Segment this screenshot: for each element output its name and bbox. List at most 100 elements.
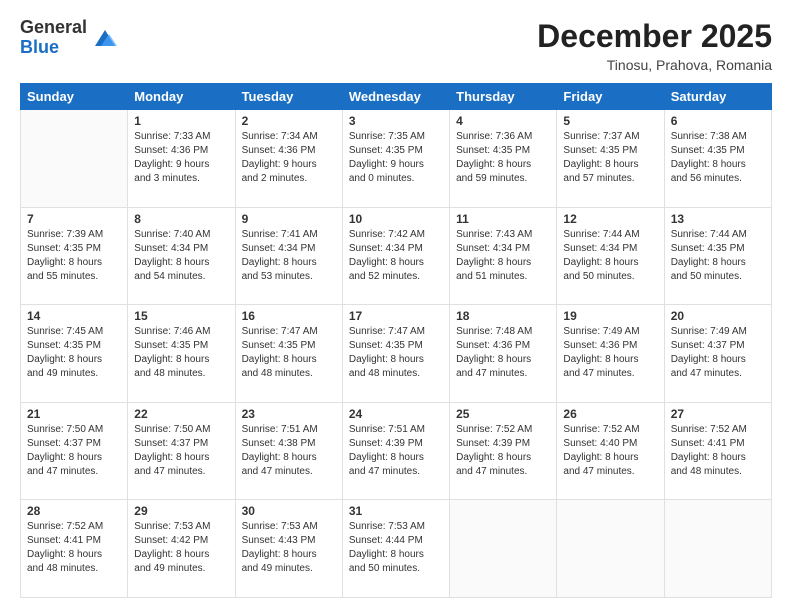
day-number: 24 (349, 407, 443, 421)
calendar-cell: 28 Sunrise: 7:52 AM Sunset: 4:41 PM Dayli… (21, 500, 128, 598)
day-number: 8 (134, 212, 228, 226)
day-info: Sunrise: 7:53 AM Sunset: 4:42 PM Dayligh… (134, 520, 228, 576)
day-info: Sunrise: 7:49 AM Sunset: 4:37 PM Dayligh… (671, 325, 765, 381)
day-number: 31 (349, 504, 443, 518)
calendar-cell: 10Sunrise: 7:42 AM Sunset: 4:34 PM Dayli… (342, 207, 449, 305)
weekday-header-tuesday: Tuesday (235, 84, 342, 110)
day-info: Sunrise: 7:47 AM Sunset: 4:35 PM Dayligh… (349, 325, 443, 381)
day-number: 9 (242, 212, 336, 226)
calendar-cell: 26Sunrise: 7:52 AM Sunset: 4:40 PM Dayli… (557, 402, 664, 500)
day-number: 5 (563, 114, 657, 128)
day-number: 28 (27, 504, 121, 518)
calendar-cell: 7 Sunrise: 7:39 AM Sunset: 4:35 PM Daylig… (21, 207, 128, 305)
calendar-table: SundayMondayTuesdayWednesdayThursdayFrid… (20, 83, 772, 598)
day-number: 30 (242, 504, 336, 518)
day-number: 4 (456, 114, 550, 128)
day-number: 21 (27, 407, 121, 421)
day-info: Sunrise: 7:52 AM Sunset: 4:39 PM Dayligh… (456, 423, 550, 479)
day-number: 23 (242, 407, 336, 421)
day-info: Sunrise: 7:53 AM Sunset: 4:44 PM Dayligh… (349, 520, 443, 576)
calendar-cell: 23Sunrise: 7:51 AM Sunset: 4:38 PM Dayli… (235, 402, 342, 500)
logo: General Blue (20, 18, 119, 58)
logo-icon (91, 24, 119, 52)
day-info: Sunrise: 7:33 AM Sunset: 4:36 PM Dayligh… (134, 130, 228, 186)
day-number: 22 (134, 407, 228, 421)
calendar-cell: 20Sunrise: 7:49 AM Sunset: 4:37 PM Dayli… (664, 305, 771, 403)
day-info: Sunrise: 7:53 AM Sunset: 4:43 PM Dayligh… (242, 520, 336, 576)
weekday-header-monday: Monday (128, 84, 235, 110)
day-number: 18 (456, 309, 550, 323)
weekday-header-friday: Friday (557, 84, 664, 110)
calendar-cell: 18Sunrise: 7:48 AM Sunset: 4:36 PM Dayli… (450, 305, 557, 403)
day-info: Sunrise: 7:46 AM Sunset: 4:35 PM Dayligh… (134, 325, 228, 381)
calendar-cell: 9 Sunrise: 7:41 AM Sunset: 4:34 PM Daylig… (235, 207, 342, 305)
calendar-cell: 2Sunrise: 7:34 AM Sunset: 4:36 PM Daylig… (235, 110, 342, 208)
day-info: Sunrise: 7:52 AM Sunset: 4:41 PM Dayligh… (671, 423, 765, 479)
day-info: Sunrise: 7:50 AM Sunset: 4:37 PM Dayligh… (134, 423, 228, 479)
calendar-cell: 1Sunrise: 7:33 AM Sunset: 4:36 PM Daylig… (128, 110, 235, 208)
day-number: 29 (134, 504, 228, 518)
calendar-cell: 5Sunrise: 7:37 AM Sunset: 4:35 PM Daylig… (557, 110, 664, 208)
calendar-cell: 27 Sunrise: 7:52 AM Sunset: 4:41 PM Dayli… (664, 402, 771, 500)
day-number: 14 (27, 309, 121, 323)
day-number: 27 (671, 407, 765, 421)
calendar-cell: 15 Sunrise: 7:46 AM Sunset: 4:35 PM Dayli… (128, 305, 235, 403)
calendar-cell: 13 Sunrise: 7:44 AM Sunset: 4:35 PM Dayli… (664, 207, 771, 305)
day-number: 12 (563, 212, 657, 226)
calendar-cell: 29 Sunrise: 7:53 AM Sunset: 4:42 PM Dayli… (128, 500, 235, 598)
day-info: Sunrise: 7:38 AM Sunset: 4:35 PM Dayligh… (671, 130, 765, 186)
day-number: 11 (456, 212, 550, 226)
day-info: Sunrise: 7:52 AM Sunset: 4:40 PM Dayligh… (563, 423, 657, 479)
day-info: Sunrise: 7:51 AM Sunset: 4:39 PM Dayligh… (349, 423, 443, 479)
calendar-cell: 16 Sunrise: 7:47 AM Sunset: 4:35 PM Dayli… (235, 305, 342, 403)
day-number: 13 (671, 212, 765, 226)
calendar-cell (664, 500, 771, 598)
calendar-cell (21, 110, 128, 208)
calendar-cell (450, 500, 557, 598)
day-number: 7 (27, 212, 121, 226)
subtitle: Tinosu, Prahova, Romania (537, 57, 772, 73)
calendar-cell: 14 Sunrise: 7:45 AM Sunset: 4:35 PM Dayli… (21, 305, 128, 403)
calendar-cell (557, 500, 664, 598)
day-info: Sunrise: 7:34 AM Sunset: 4:36 PM Dayligh… (242, 130, 336, 186)
day-info: Sunrise: 7:52 AM Sunset: 4:41 PM Dayligh… (27, 520, 121, 576)
day-info: Sunrise: 7:49 AM Sunset: 4:36 PM Dayligh… (563, 325, 657, 381)
day-number: 25 (456, 407, 550, 421)
calendar-cell: 8 Sunrise: 7:40 AM Sunset: 4:34 PM Daylig… (128, 207, 235, 305)
day-number: 6 (671, 114, 765, 128)
weekday-header-sunday: Sunday (21, 84, 128, 110)
day-info: Sunrise: 7:44 AM Sunset: 4:35 PM Dayligh… (671, 228, 765, 284)
month-title: December 2025 (537, 18, 772, 55)
day-info: Sunrise: 7:50 AM Sunset: 4:37 PM Dayligh… (27, 423, 121, 479)
day-info: Sunrise: 7:35 AM Sunset: 4:35 PM Dayligh… (349, 130, 443, 186)
title-block: December 2025 Tinosu, Prahova, Romania (537, 18, 772, 73)
calendar-cell: 24 Sunrise: 7:51 AM Sunset: 4:39 PM Dayli… (342, 402, 449, 500)
day-number: 17 (349, 309, 443, 323)
calendar-cell: 22 Sunrise: 7:50 AM Sunset: 4:37 PM Dayli… (128, 402, 235, 500)
day-info: Sunrise: 7:39 AM Sunset: 4:35 PM Dayligh… (27, 228, 121, 284)
day-info: Sunrise: 7:45 AM Sunset: 4:35 PM Dayligh… (27, 325, 121, 381)
calendar-cell: 30 Sunrise: 7:53 AM Sunset: 4:43 PM Dayli… (235, 500, 342, 598)
page: General Blue December 2025 Tinosu, Praho… (0, 0, 792, 612)
weekday-header-wednesday: Wednesday (342, 84, 449, 110)
day-info: Sunrise: 7:41 AM Sunset: 4:34 PM Dayligh… (242, 228, 336, 284)
day-info: Sunrise: 7:40 AM Sunset: 4:34 PM Dayligh… (134, 228, 228, 284)
weekday-header-saturday: Saturday (664, 84, 771, 110)
day-number: 19 (563, 309, 657, 323)
calendar-cell: 3 Sunrise: 7:35 AM Sunset: 4:35 PM Daylig… (342, 110, 449, 208)
weekday-header-thursday: Thursday (450, 84, 557, 110)
week-row-2: 14 Sunrise: 7:45 AM Sunset: 4:35 PM Dayli… (21, 305, 772, 403)
day-info: Sunrise: 7:47 AM Sunset: 4:35 PM Dayligh… (242, 325, 336, 381)
day-info: Sunrise: 7:36 AM Sunset: 4:35 PM Dayligh… (456, 130, 550, 186)
week-row-0: 1Sunrise: 7:33 AM Sunset: 4:36 PM Daylig… (21, 110, 772, 208)
calendar-cell: 4 Sunrise: 7:36 AM Sunset: 4:35 PM Daylig… (450, 110, 557, 208)
logo-blue: Blue (20, 38, 87, 58)
week-row-1: 7 Sunrise: 7:39 AM Sunset: 4:35 PM Daylig… (21, 207, 772, 305)
day-number: 16 (242, 309, 336, 323)
calendar-cell: 17 Sunrise: 7:47 AM Sunset: 4:35 PM Dayli… (342, 305, 449, 403)
day-number: 15 (134, 309, 228, 323)
calendar-cell: 21 Sunrise: 7:50 AM Sunset: 4:37 PM Dayli… (21, 402, 128, 500)
day-number: 3 (349, 114, 443, 128)
logo-text: General Blue (20, 18, 87, 58)
day-number: 10 (349, 212, 443, 226)
